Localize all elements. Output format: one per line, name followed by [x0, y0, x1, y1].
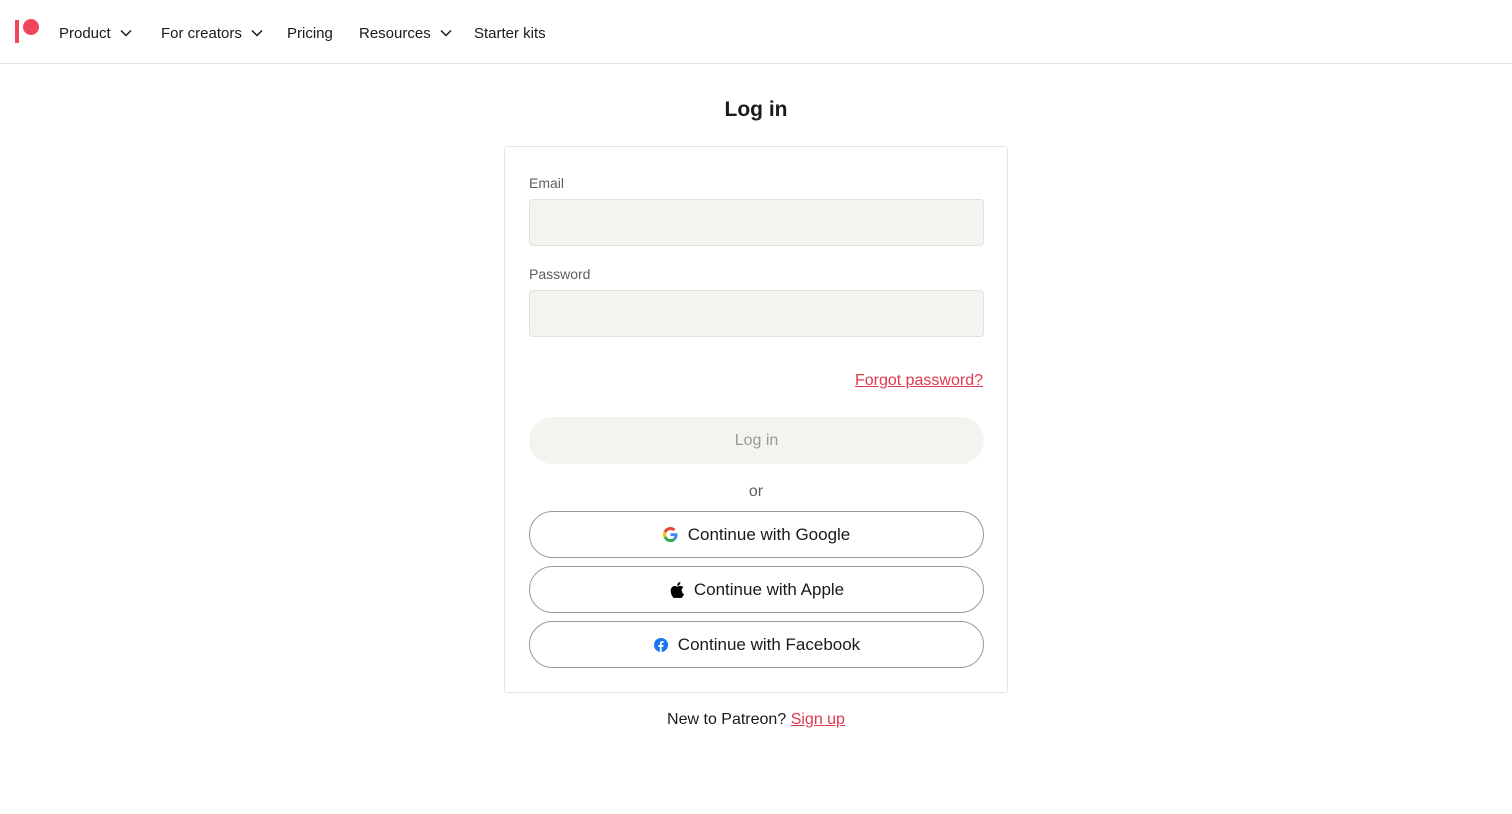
email-field[interactable] — [529, 199, 984, 246]
apple-button-label: Continue with Apple — [693, 579, 845, 599]
new-to-patreon-text: New to Patreon? — [667, 711, 787, 728]
nav-item-starter-kits[interactable]: Starter kits — [474, 22, 546, 44]
patreon-logo-icon[interactable] — [15, 19, 41, 44]
password-field[interactable] — [529, 290, 984, 337]
or-divider: or — [748, 483, 764, 500]
login-button[interactable]: Log in — [529, 417, 984, 464]
apple-icon — [669, 581, 685, 598]
continue-with-apple-button[interactable]: Continue with Apple — [529, 566, 984, 613]
google-icon — [663, 527, 679, 543]
nav-item-resources[interactable]: Resources — [359, 22, 453, 44]
nav-item-product[interactable]: Product — [59, 22, 133, 44]
nav-item-label: Resources — [359, 24, 431, 42]
continue-with-google-button[interactable]: Continue with Google — [529, 511, 984, 558]
signup-prompt: New to Patreon? Sign up — [0, 711, 1512, 729]
sign-up-link[interactable]: Sign up — [791, 711, 845, 728]
chevron-down-icon — [119, 26, 133, 40]
nav-item-label: Pricing — [287, 24, 333, 42]
facebook-button-label: Continue with Facebook — [677, 634, 861, 654]
chevron-down-icon — [250, 26, 264, 40]
password-label: Password — [529, 266, 591, 282]
page-title: Log in — [724, 98, 788, 121]
nav-item-pricing[interactable]: Pricing — [287, 22, 333, 44]
forgot-password-link[interactable]: Forgot password? — [855, 372, 983, 390]
nav-item-label: Product — [59, 24, 111, 42]
chevron-down-icon — [439, 26, 453, 40]
google-button-label: Continue with Google — [687, 524, 851, 544]
facebook-icon — [653, 637, 669, 653]
logo-bar — [15, 20, 19, 43]
login-card: Email Password Forgot password? Log in o… — [504, 146, 1008, 693]
logo-dot — [23, 19, 39, 35]
continue-with-facebook-button[interactable]: Continue with Facebook — [529, 621, 984, 668]
nav-item-label: For creators — [161, 24, 242, 42]
top-navigation: Product For creators Pricing Resources S… — [0, 0, 1512, 64]
nav-item-label: Starter kits — [474, 24, 546, 42]
nav-item-for-creators[interactable]: For creators — [161, 22, 264, 44]
email-label: Email — [529, 175, 565, 191]
